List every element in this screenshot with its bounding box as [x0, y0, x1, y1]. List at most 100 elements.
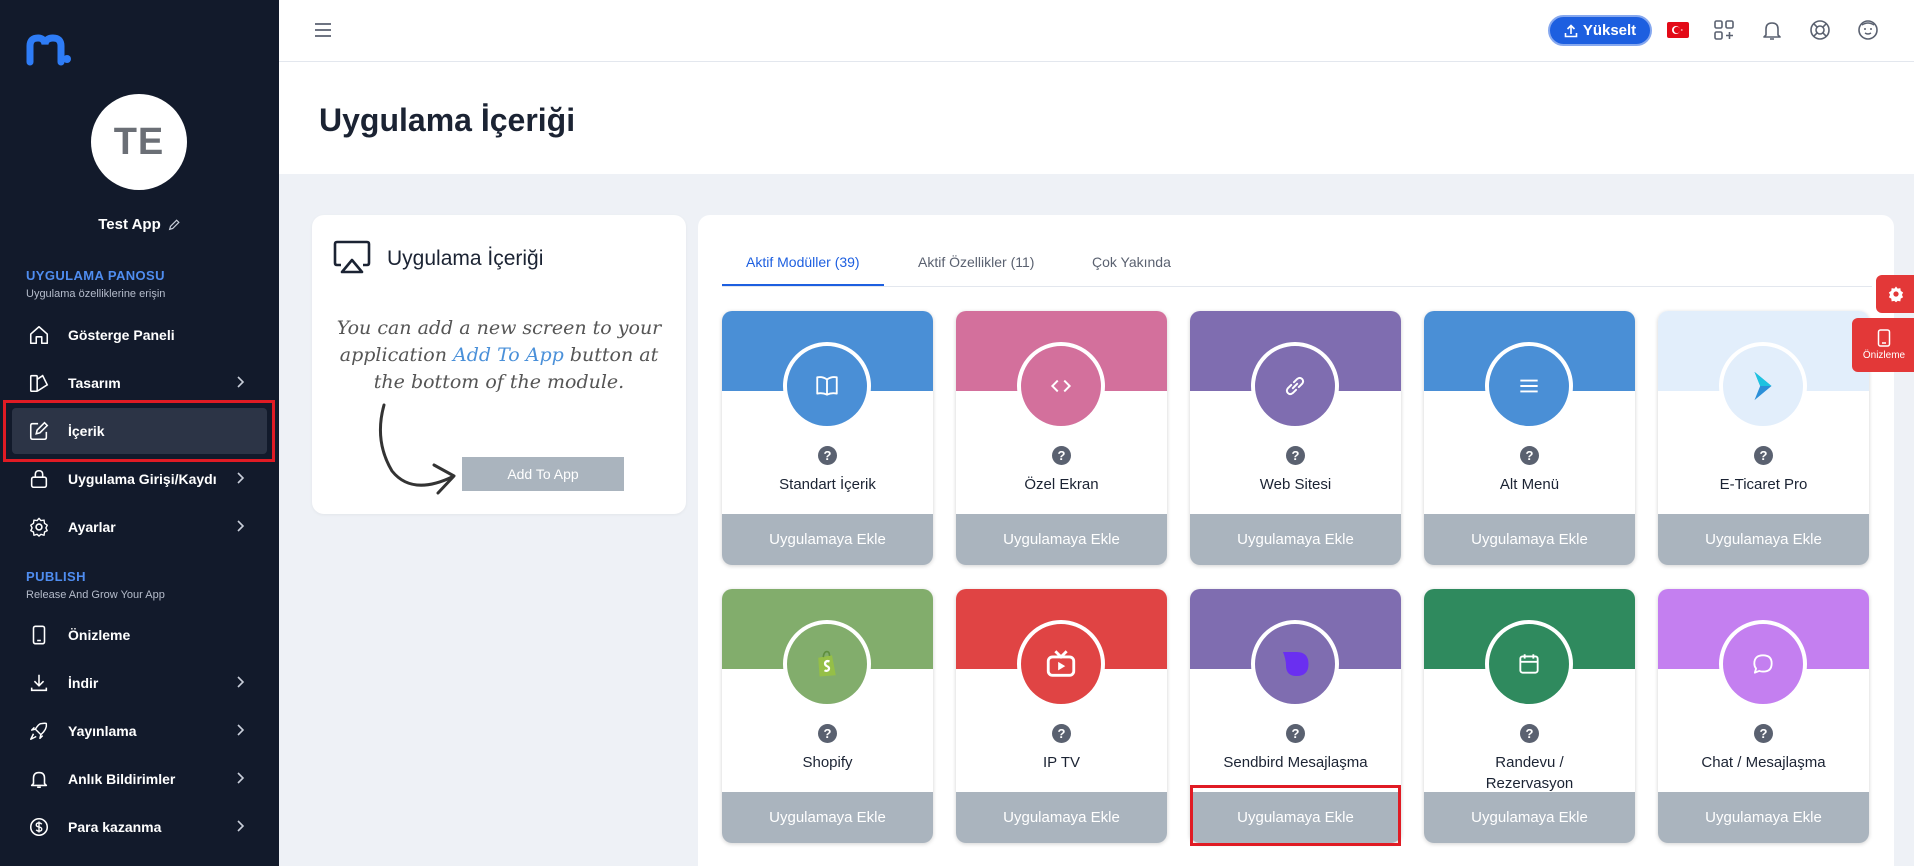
sidebar-item-notifications[interactable]: Anlık Bildirimler [12, 756, 267, 802]
tab-active-features[interactable]: Aktif Özellikler (11) [918, 254, 1034, 284]
module-card-ecommerce-pro: ? E-Ticaret Pro Uygulamaya Ekle [1658, 311, 1869, 565]
sidebar-item-preview[interactable]: Önizleme [12, 612, 267, 658]
module-card-custom-screen: ? Özel Ekran Uygulamaya Ekle [956, 311, 1167, 565]
add-to-app-button[interactable]: Uygulamaya Ekle [956, 792, 1167, 843]
pencil-icon[interactable] [167, 218, 181, 232]
module-card-website: ? Web Sitesi Uygulamaya Ekle [1190, 311, 1401, 565]
sidebar-item-login[interactable]: Uygulama Girişi/Kaydı [12, 456, 267, 502]
section-subtitle-dashboard: Uygulama özelliklerine erişin [26, 288, 166, 300]
turkish-flag-icon[interactable] [1667, 22, 1689, 38]
add-to-app-button[interactable]: Uygulamaya Ekle [1424, 792, 1635, 843]
help-icon[interactable]: ? [818, 724, 837, 743]
sidebar-item-settings[interactable]: Ayarlar [12, 504, 267, 550]
avatar[interactable]: TE [91, 94, 187, 190]
module-icon-circle [1719, 342, 1807, 430]
module-icon-circle [1251, 342, 1339, 430]
add-to-app-button[interactable]: Uygulamaya Ekle [1658, 514, 1869, 565]
help-icon[interactable]: ? [1052, 446, 1071, 465]
floating-preview-button[interactable]: Önizleme [1852, 318, 1914, 372]
upgrade-button[interactable]: Yükselt [1548, 15, 1652, 46]
add-to-app-button[interactable]: Uygulamaya Ekle [1190, 514, 1401, 565]
sidebar-item-download[interactable]: İndir [12, 660, 267, 706]
module-card-sub-menu: ? Alt Menü Uygulamaya Ekle [1424, 311, 1635, 565]
help-icon[interactable]: ? [1520, 724, 1539, 743]
dollar-icon [28, 816, 50, 838]
module-card-appointment: ? Randevu / Rezervasyon Uygulamaya Ekle [1424, 589, 1635, 843]
help-icon[interactable]: ? [1754, 446, 1773, 465]
floating-settings-button[interactable] [1876, 275, 1914, 313]
module-icon-circle [1017, 342, 1105, 430]
phone-icon [28, 624, 50, 646]
link-icon [1285, 376, 1305, 396]
sidebar-item-dashboard[interactable]: Gösterge Paneli [12, 312, 267, 358]
module-name: Chat / Mesajlaşma [1701, 754, 1826, 771]
chat-icon [1753, 654, 1773, 674]
highlight-frame-sendbird-button [1190, 785, 1401, 846]
code-icon [1050, 379, 1072, 393]
chevron-right-icon [237, 676, 245, 688]
module-icon-circle [783, 342, 871, 430]
chevron-logo-icon [1754, 371, 1772, 401]
support-lifebuoy-icon[interactable] [1808, 18, 1832, 42]
add-to-app-button[interactable]: Uygulamaya Ekle [722, 514, 933, 565]
download-icon [28, 672, 50, 694]
add-to-app-button[interactable]: Uygulamaya Ekle [722, 792, 933, 843]
help-icon[interactable]: ? [1052, 724, 1071, 743]
module-name: Standart İçerik [779, 476, 876, 493]
add-to-app-demo-button: Add To App [462, 457, 624, 491]
module-name: Sendbird Mesajlaşma [1223, 754, 1368, 771]
chevron-right-icon [237, 376, 245, 388]
module-name: Web Sitesi [1259, 476, 1332, 493]
hamburger-menu-icon[interactable] [313, 20, 333, 40]
chevron-right-icon [237, 520, 245, 532]
module-icon-circle [1719, 620, 1807, 708]
page-header: Uygulama İçeriği [279, 62, 1914, 174]
book-icon [816, 376, 838, 396]
chevron-right-icon [237, 472, 245, 484]
module-card-standard-content: ? Standart İçerik Uygulamaya Ekle [722, 311, 933, 565]
module-name: IP TV [1043, 754, 1080, 771]
phone-icon [1877, 329, 1891, 347]
help-icon[interactable]: ? [1754, 724, 1773, 743]
module-icon-circle [1251, 620, 1339, 708]
chevron-right-icon [237, 772, 245, 784]
home-icon [28, 324, 50, 346]
app-logo-icon[interactable] [26, 32, 72, 66]
sidebar-item-monetization[interactable]: Para kazanma [12, 804, 267, 850]
module-name: Shopify [802, 754, 853, 771]
highlight-frame-content [3, 400, 275, 462]
bell-icon[interactable] [1760, 18, 1784, 42]
app-name[interactable]: Test App [0, 216, 279, 233]
module-icon-circle [1485, 342, 1573, 430]
help-icon[interactable]: ? [1286, 724, 1305, 743]
shopify-bag-icon [818, 650, 836, 677]
add-to-app-button[interactable]: Uygulamaya Ekle [1424, 514, 1635, 565]
info-card: Uygulama İçeriği You can add a new scree… [312, 215, 686, 514]
tab-coming-soon[interactable]: Çok Yakında [1092, 254, 1171, 284]
lock-icon [28, 468, 50, 490]
sidebar-item-publish[interactable]: Yayınlama [12, 708, 267, 754]
hand-drawn-arrow-icon [378, 403, 456, 495]
sidebar: TE Test App UYGULAMA PANOSU Uygulama öze… [0, 0, 279, 866]
module-card-chat: ? Chat / Mesajlaşma Uygulamaya Ekle [1658, 589, 1869, 843]
add-to-app-button[interactable]: Uygulamaya Ekle [956, 514, 1167, 565]
tab-active-modules[interactable]: Aktif Modüller (39) [722, 254, 884, 286]
apps-grid-icon[interactable] [1712, 18, 1736, 42]
module-card-shopify: ? Shopify Uygulamaya Ekle [722, 589, 933, 843]
calendar-icon [1519, 654, 1539, 674]
tabs-bar: Aktif Modüller (39) Aktif Özellikler (11… [722, 215, 1872, 287]
gear-icon [1888, 286, 1904, 303]
bell-icon [28, 768, 50, 790]
section-title-dashboard: UYGULAMA PANOSU [26, 268, 165, 283]
page-title: Uygulama İçeriği [319, 102, 576, 138]
help-icon[interactable]: ? [1286, 446, 1305, 465]
info-card-text: You can add a new screen to your applica… [336, 317, 662, 393]
module-name: Özel Ekran [1024, 476, 1099, 493]
module-name: Randevu / Rezervasyon [1485, 754, 1574, 792]
section-title-publish: PUBLISH [26, 569, 86, 584]
help-icon[interactable]: ? [1520, 446, 1539, 465]
chevron-right-icon [237, 724, 245, 736]
user-face-icon[interactable] [1856, 18, 1880, 42]
add-to-app-button[interactable]: Uygulamaya Ekle [1658, 792, 1869, 843]
help-icon[interactable]: ? [818, 446, 837, 465]
